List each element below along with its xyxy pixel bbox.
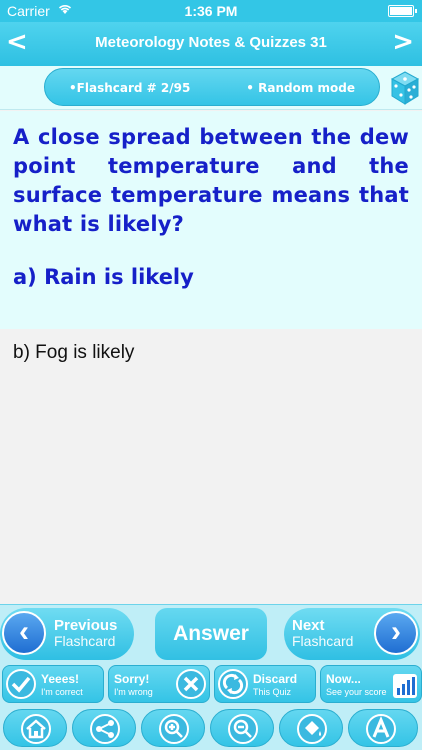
battery-icon (388, 5, 417, 17)
clock: 1:36 PM (184, 3, 238, 19)
flashcard-counter: •Flashcard # 2/95 (69, 81, 191, 95)
wrong-sublabel: I'm wrong (114, 687, 153, 697)
answer-button[interactable]: Answer (155, 608, 267, 660)
wrong-label: Sorry! (114, 672, 150, 686)
home-button[interactable] (3, 709, 67, 747)
next-label: Next (292, 617, 325, 634)
font-size-button[interactable] (348, 709, 418, 747)
page-title: Meteorology Notes & Quizzes 31 (95, 34, 327, 51)
zoom-out-icon (228, 714, 258, 744)
score-sublabel: See your score (326, 687, 387, 697)
quiz-actions: Yeees! I'm correct Sorry! I'm wrong Disc… (0, 662, 422, 706)
correct-button[interactable]: Yeees! I'm correct (2, 665, 104, 703)
question-text: A close spread between the dew point tem… (13, 125, 409, 236)
random-mode-label: • Random mode (246, 81, 355, 95)
zoom-in-icon (159, 714, 189, 744)
font-icon (366, 714, 396, 744)
previous-label: Previous (54, 617, 118, 634)
share-icon (90, 714, 120, 744)
previous-sublabel: Flashcard (54, 633, 116, 649)
home-icon (21, 714, 51, 744)
share-button[interactable] (72, 709, 136, 747)
zoom-in-button[interactable] (141, 709, 205, 747)
app: Carrier 1:36 PM < Meteorology Notes & Qu… (0, 0, 422, 750)
paint-bucket-icon (297, 714, 327, 744)
bar-chart-icon (391, 668, 419, 700)
option-a[interactable]: a) Rain is likely (13, 265, 409, 289)
next-sublabel: Flashcard (292, 633, 354, 649)
correct-label: Yeees! (41, 672, 80, 686)
check-icon (5, 668, 37, 700)
chevron-left-icon: ‹ (2, 611, 46, 655)
cross-icon (175, 668, 207, 700)
forward-arrow-icon[interactable]: > (392, 29, 414, 55)
info-strip: •Flashcard # 2/95 • Random mode (0, 66, 422, 110)
flashcard-controls: ‹ Previous Flashcard Answer Next Flashca… (0, 604, 422, 662)
question-card: A close spread between the dew point tem… (0, 111, 422, 329)
discard-quiz-button[interactable]: Discard This Quiz (214, 665, 316, 703)
discard-label: Discard (253, 672, 298, 686)
correct-sublabel: I'm correct (41, 687, 83, 697)
wrong-button[interactable]: Sorry! I'm wrong (108, 665, 210, 703)
next-flashcard-button[interactable]: Next Flashcard › (284, 608, 420, 660)
discard-sublabel: This Quiz (253, 687, 292, 697)
dice-icon[interactable] (390, 70, 420, 106)
previous-flashcard-button[interactable]: ‹ Previous Flashcard (0, 608, 134, 660)
option-b[interactable]: b) Fog is likely (13, 342, 134, 364)
see-score-button[interactable]: Now... See your score (320, 665, 422, 703)
score-label: Now... (326, 672, 361, 686)
theme-color-button[interactable] (279, 709, 343, 747)
bottom-toolbar (0, 706, 422, 750)
chevron-right-icon: › (374, 611, 418, 655)
flashcard-info-pill: •Flashcard # 2/95 • Random mode (44, 68, 380, 106)
status-bar: Carrier 1:36 PM (0, 0, 422, 22)
navigation-bar: < Meteorology Notes & Quizzes 31 > (0, 22, 422, 66)
recycle-icon (217, 668, 249, 700)
zoom-out-button[interactable] (210, 709, 274, 747)
